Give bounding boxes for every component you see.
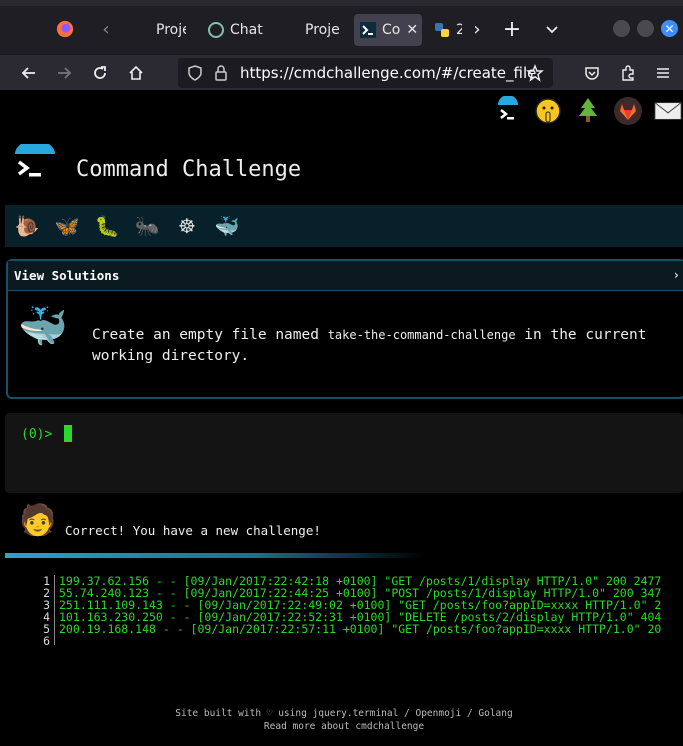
folder-icon <box>283 22 299 38</box>
snail-icon[interactable]: 🐌 <box>13 214 41 238</box>
tab-bar: ‹ Proje Chat Proje Co ✕ 2 › + ✕ <box>0 0 683 54</box>
close-window-button[interactable]: ✕ <box>661 20 678 37</box>
tab-python[interactable]: 2 <box>434 14 462 46</box>
page-content: Command Challenge 🐌 🦋 🐛 🐜 ☸ 🐳 View Solut… <box>5 91 683 746</box>
code-line: 5 200.19.168.148 - - [09/Jan/2017:22:57:1… <box>5 623 683 635</box>
footer-credits[interactable]: Site built with ♡ using jquery.terminal … <box>5 707 683 720</box>
minimize-window-button[interactable] <box>613 20 630 37</box>
maximize-window-button[interactable] <box>637 20 654 37</box>
terminal-input[interactable]: (0)> <box>5 413 683 493</box>
bookmark-star-icon[interactable] <box>526 64 544 82</box>
challenge-description: Create an empty file named take-the-comm… <box>92 327 647 364</box>
address-bar[interactable]: https://cmdchallenge.com/#/create_file <box>178 58 553 88</box>
python-icon <box>434 22 450 38</box>
tab-list-chevron-down-icon[interactable] <box>537 14 567 44</box>
tab-cmdchallenge[interactable]: Co ✕ <box>354 14 422 46</box>
firefox-icon[interactable] <box>50 14 80 44</box>
code-viewer: 1 199.37.62.156 - - [09/Jan/2017:22:42:18… <box>5 575 683 645</box>
tab-scroll-right-icon[interactable]: › <box>462 14 492 44</box>
tab-bar-top <box>0 0 683 6</box>
envelope-icon[interactable] <box>653 96 683 126</box>
code-line: 6 <box>5 635 683 645</box>
url-text: https://cmdchallenge.com/#/create_file <box>240 64 537 82</box>
challenge-filename: take-the-command-challenge <box>327 328 516 342</box>
close-tab-icon[interactable]: ✕ <box>406 22 418 38</box>
chevron-right-icon: › <box>672 267 680 282</box>
home-button[interactable] <box>122 59 150 87</box>
tracking-shield-icon[interactable] <box>186 64 204 82</box>
terminal-icon[interactable] <box>493 96 523 126</box>
cmdchallenge-logo-icon[interactable] <box>13 140 55 184</box>
result-message-row: 🧑 Correct! You have a new challenge! <box>5 499 683 557</box>
terminal-prompt: (0)> <box>21 427 53 442</box>
butterfly-icon[interactable]: 🦋 <box>53 214 81 238</box>
reload-button[interactable] <box>86 59 114 87</box>
tab-chat[interactable]: Chat <box>208 14 266 46</box>
whale-icon: 🐳 <box>18 304 68 350</box>
divider <box>5 553 425 558</box>
challenge-emoji-bar: 🐌 🦋 🐛 🐜 ☸ 🐳 <box>5 205 683 247</box>
person-avatar-icon: 🧑 <box>19 503 57 538</box>
result-message: Correct! You have a new challenge! <box>65 523 321 538</box>
lock-icon[interactable] <box>212 64 230 82</box>
forward-button[interactable] <box>50 59 78 87</box>
tab-proje-2[interactable]: Proje <box>283 14 341 46</box>
view-solutions-toggle[interactable]: View Solutions › <box>8 261 683 291</box>
folder-icon <box>134 22 150 38</box>
tree-icon[interactable] <box>573 96 603 126</box>
shushing-face-icon[interactable] <box>533 96 563 126</box>
top-icon-links <box>493 93 683 129</box>
page-title: Command Challenge <box>76 157 302 182</box>
tab-scroll-left-icon[interactable]: ‹ <box>91 14 121 44</box>
extensions-icon[interactable] <box>614 59 642 87</box>
gitlab-icon[interactable] <box>613 96 643 126</box>
ant-icon[interactable]: 🐜 <box>133 214 161 238</box>
footer-read-more-link[interactable]: Read more about cmdchallenge <box>5 720 683 733</box>
tab-proje-1[interactable]: Proje <box>134 14 186 46</box>
menu-hamburger-icon[interactable] <box>649 59 677 87</box>
terminal-cursor <box>64 425 72 442</box>
back-button[interactable] <box>15 59 43 87</box>
navigation-toolbar: https://cmdchallenge.com/#/create_file <box>0 54 683 90</box>
bug-icon[interactable]: 🐛 <box>93 214 121 238</box>
chatgpt-icon <box>208 22 224 38</box>
challenge-panel: View Solutions › 🐳 Create an empty file … <box>6 259 683 399</box>
new-tab-icon[interactable]: + <box>497 14 527 44</box>
site-footer: Site built with ♡ using jquery.terminal … <box>5 707 683 733</box>
wheel-icon[interactable]: ☸ <box>173 214 201 238</box>
whale-icon[interactable]: 🐳 <box>213 214 241 238</box>
pocket-icon[interactable] <box>578 59 606 87</box>
terminal-icon <box>360 22 376 38</box>
